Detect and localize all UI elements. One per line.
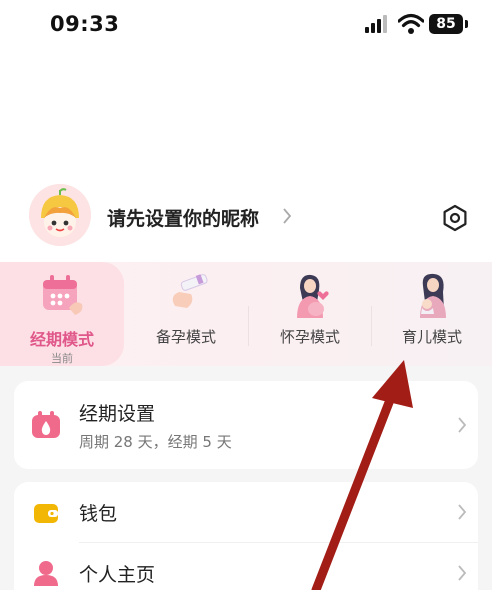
battery-indicator: 85: [429, 14, 463, 34]
menu-list-card: 钱包 个人主页: [14, 482, 478, 602]
calendar-icon: [43, 275, 83, 315]
chevron-right-icon: [458, 565, 467, 581]
tab-period-label: 经期模式: [29, 330, 94, 349]
wifi-icon: [398, 13, 424, 34]
tab-pregnancy-label: 怀孕模式: [279, 328, 340, 346]
chevron-right-icon: [458, 504, 467, 520]
mode-tabs: 经期模式 当前 备孕模式 怀孕模式 育儿模式: [0, 262, 492, 366]
signal-icon: [365, 15, 387, 33]
wallet-icon: [34, 504, 58, 523]
battery-nub: [465, 20, 468, 28]
period-settings-title: 经期设置: [79, 403, 156, 425]
menu-item-profile[interactable]: 个人主页: [14, 543, 478, 601]
status-bar: 09:33 85: [0, 0, 492, 52]
menu-item-wallet-label: 钱包: [79, 503, 118, 525]
calendar-drop-icon: [32, 411, 60, 438]
avatar-illustration: [29, 184, 91, 246]
period-settings-card[interactable]: 经期设置 周期 28 天，经期 5 天: [14, 381, 478, 469]
tab-parenting-mode[interactable]: 育儿模式: [372, 262, 492, 366]
tab-period-mode[interactable]: 经期模式 当前: [0, 262, 124, 366]
avatar[interactable]: [29, 184, 91, 246]
person-icon: [34, 561, 58, 586]
nickname-text[interactable]: 请先设置你的昵称: [107, 204, 259, 231]
chevron-right-icon: [458, 417, 467, 433]
menu-item-profile-label: 个人主页: [79, 564, 156, 586]
tab-prepregnancy-label: 备孕模式: [155, 328, 216, 346]
tab-pregnancy-mode[interactable]: 怀孕模式: [249, 262, 371, 366]
status-time: 09:33: [50, 12, 120, 36]
period-settings-subtitle: 周期 28 天，经期 5 天: [79, 433, 232, 451]
tab-period-current: 当前: [51, 352, 73, 365]
pregnant-woman-icon: [297, 274, 329, 318]
settings-icon[interactable]: [441, 204, 469, 232]
tab-prepregnancy-mode[interactable]: 备孕模式: [124, 262, 248, 366]
menu-item-wallet[interactable]: 钱包: [14, 482, 478, 543]
profile-row[interactable]: 请先设置你的昵称: [0, 180, 492, 250]
mother-baby-icon: [420, 273, 446, 318]
test-strip-icon: [172, 274, 208, 308]
chevron-right-icon[interactable]: [281, 207, 293, 225]
tab-parenting-label: 育儿模式: [401, 328, 462, 346]
